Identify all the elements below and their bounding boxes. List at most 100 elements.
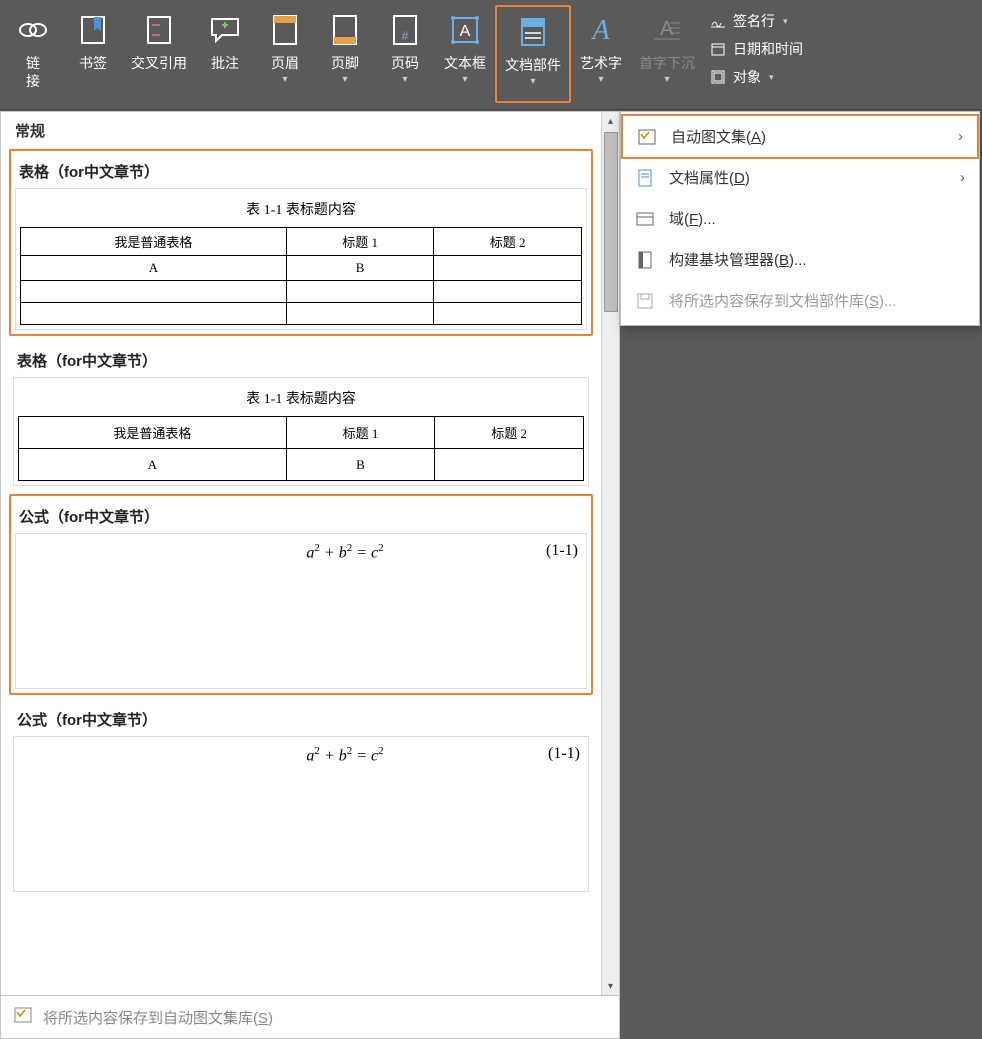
table-row [21,281,582,303]
gallery-item-formula-2[interactable]: 公式（for中文章节） a2 + b2 = c2 (1-1) [9,699,593,896]
calendar-icon [709,41,727,57]
gallery-item-formula-1[interactable]: 公式（for中文章节） a2 + b2 = c2 (1-1) [9,494,593,695]
gallery-scroll[interactable]: 常规 表格（for中文章节） 表 1-1 表标题内容 我是普通表格标题 1标题 … [1,112,619,995]
field-icon [635,212,655,226]
table-row: AB [19,449,584,481]
ribbon-right-stack: 签名行 ▾ 日期和时间 对象 ▾ [703,5,809,93]
header-button[interactable]: 页眉 ▾ [255,5,315,103]
gallery-item-title: 表格（for中文章节） [13,344,589,377]
save-icon [635,293,655,309]
textbox-button[interactable]: A 文本框 ▾ [435,5,495,103]
save-to-autotext-button[interactable]: 将所选内容保存到自动图文集库(S) [1,995,619,1038]
chevron-down-icon: ▾ [402,74,407,85]
formula-equation: a2 + b2 = c2 [306,542,383,562]
header-label: 页眉 [271,54,299,72]
document-parts-button[interactable]: 文档部件 ▾ [495,5,571,103]
submenu-field[interactable]: 域(F)... [621,198,979,239]
comment-button[interactable]: 批注 [195,5,255,103]
svg-text:#: # [402,29,409,43]
submenu-building-blocks[interactable]: 构建基块管理器(B)... [621,239,979,280]
doc-property-icon [635,169,655,187]
svg-text:A: A [660,18,674,40]
drop-cap-button[interactable]: A 首字下沉 ▾ [631,5,703,103]
svg-text:A: A [460,23,471,40]
scroll-down-arrow[interactable]: ▾ [602,977,619,995]
quick-parts-gallery: 常规 表格（for中文章节） 表 1-1 表标题内容 我是普通表格标题 1标题 … [0,111,620,1039]
link-label: 链 接 [26,54,40,90]
footer-icon [330,10,360,50]
submenu-doc-property[interactable]: 文档属性(D) › [621,157,979,198]
autotext-save-icon [13,1006,33,1028]
wordart-icon: A [584,10,618,50]
cross-reference-button[interactable]: 交叉引用 [123,5,195,103]
gallery-category: 常规 [1,112,601,149]
page-number-icon: # [390,10,420,50]
wordart-label: 艺术字 [580,54,622,72]
formula-equation: a2 + b2 = c2 [306,745,383,765]
table-row: AB [21,256,582,281]
signature-line-button[interactable]: 签名行 ▾ [705,9,807,33]
chevron-right-icon: › [958,128,963,145]
table-row: 我是普通表格标题 1标题 2 [19,417,584,449]
drop-cap-label: 首字下沉 [639,54,695,72]
chevron-down-icon: ▾ [783,16,788,27]
chevron-down-icon: ▾ [664,74,669,85]
bookmark-icon [76,10,110,50]
gallery-item-preview: 表 1-1 表标题内容 我是普通表格标题 1标题 2 AB [15,188,587,330]
gallery-item-title: 公式（for中文章节） [13,703,589,736]
gallery-item-table-2[interactable]: 表格（for中文章节） 表 1-1 表标题内容 我是普通表格标题 1标题 2 A… [9,340,593,490]
bookmark-label: 书签 [79,54,107,72]
submenu-autotext[interactable]: 自动图文集(A) › [621,114,979,159]
gallery-item-preview: a2 + b2 = c2 (1-1) [13,736,589,892]
drop-cap-icon: A [650,10,684,50]
bookmark-button[interactable]: 书签 [63,5,123,103]
document-parts-icon [516,12,550,52]
chevron-right-icon: › [960,169,965,186]
comment-icon [208,10,242,50]
chevron-down-icon: ▾ [282,74,287,85]
scrollbar-thumb[interactable] [604,132,618,312]
gallery-item-title: 公式（for中文章节） [15,500,587,533]
gallery-footer-label: 将所选内容保存到自动图文集库(S) [43,1007,273,1028]
link-button[interactable]: 链 接 [3,5,63,103]
footer-button[interactable]: 页脚 ▾ [315,5,375,103]
preview-table: 我是普通表格标题 1标题 2 AB [20,227,582,325]
chevron-down-icon: ▾ [598,74,603,85]
document-parts-label: 文档部件 [505,56,561,74]
autotext-icon [637,129,657,145]
date-time-button[interactable]: 日期和时间 [705,37,807,61]
formula-number: (1-1) [548,745,580,763]
building-blocks-icon [635,251,655,269]
gallery-item-table-1[interactable]: 表格（for中文章节） 表 1-1 表标题内容 我是普通表格标题 1标题 2 A… [9,149,593,336]
wordart-button[interactable]: A 艺术字 ▾ [571,5,631,103]
preview-table: 我是普通表格标题 1标题 2 AB [18,416,584,481]
object-button[interactable]: 对象 ▾ [705,65,807,89]
page-number-button[interactable]: # 页码 ▾ [375,5,435,103]
textbox-label: 文本框 [444,54,486,72]
signature-icon [709,13,727,29]
submenu-label: 构建基块管理器(B)... [669,249,807,270]
page-number-label: 页码 [391,54,419,72]
footer-label: 页脚 [331,54,359,72]
date-time-label: 日期和时间 [733,39,803,59]
ribbon-toolbar: 链 接 书签 交叉引用 批注 页眉 ▾ 页脚 ▾ # 页码 [0,0,982,110]
object-label: 对象 [733,67,761,87]
submenu-label: 域(F)... [669,208,716,229]
scroll-up-arrow[interactable]: ▴ [602,112,619,130]
svg-text:A: A [590,15,610,46]
submenu-label: 自动图文集(A) [671,126,766,147]
link-icon [15,10,51,50]
chevron-down-icon: ▾ [769,72,774,83]
gallery-item-preview: 表 1-1 表标题内容 我是普通表格标题 1标题 2 AB [13,377,589,486]
document-parts-submenu: 自动图文集(A) › 文档属性(D) › 域(F)... 构建基块管理器(B).… [620,111,980,326]
gallery-item-preview: a2 + b2 = c2 (1-1) [15,533,587,689]
chevron-down-icon: ▾ [342,74,347,85]
submenu-save-to-parts: 将所选内容保存到文档部件库(S)... [621,280,979,321]
header-icon [270,10,300,50]
formula-number: (1-1) [546,542,578,560]
table-row: 我是普通表格标题 1标题 2 [21,228,582,256]
object-icon [709,69,727,85]
table-row [21,303,582,325]
scrollbar[interactable]: ▴ ▾ [601,112,619,995]
cross-reference-icon [142,10,176,50]
